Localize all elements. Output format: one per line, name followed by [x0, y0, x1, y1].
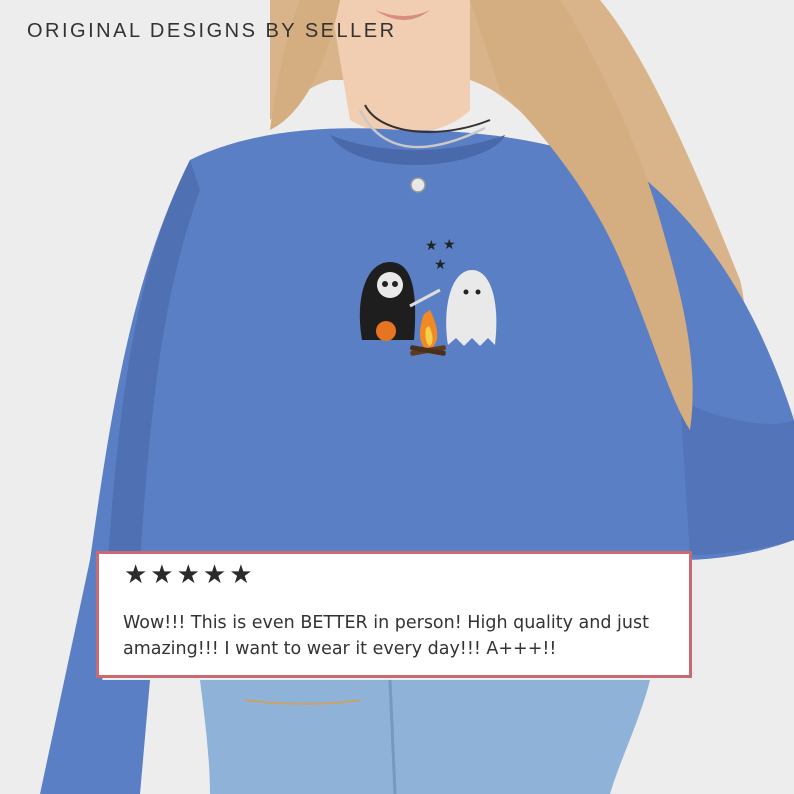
svg-text:★: ★	[443, 237, 456, 253]
rating-stars: ★★★★★	[124, 560, 256, 590]
review-card: ★★★★★ Wow!!! This is even BETTER in pers…	[96, 551, 692, 678]
review-text: Wow!!! This is even BETTER in person! Hi…	[123, 613, 649, 659]
svg-text:★: ★	[434, 257, 447, 273]
svg-text:★: ★	[425, 238, 438, 254]
seller-banner: ORIGINAL DESIGNS BY SELLER	[27, 20, 397, 42]
